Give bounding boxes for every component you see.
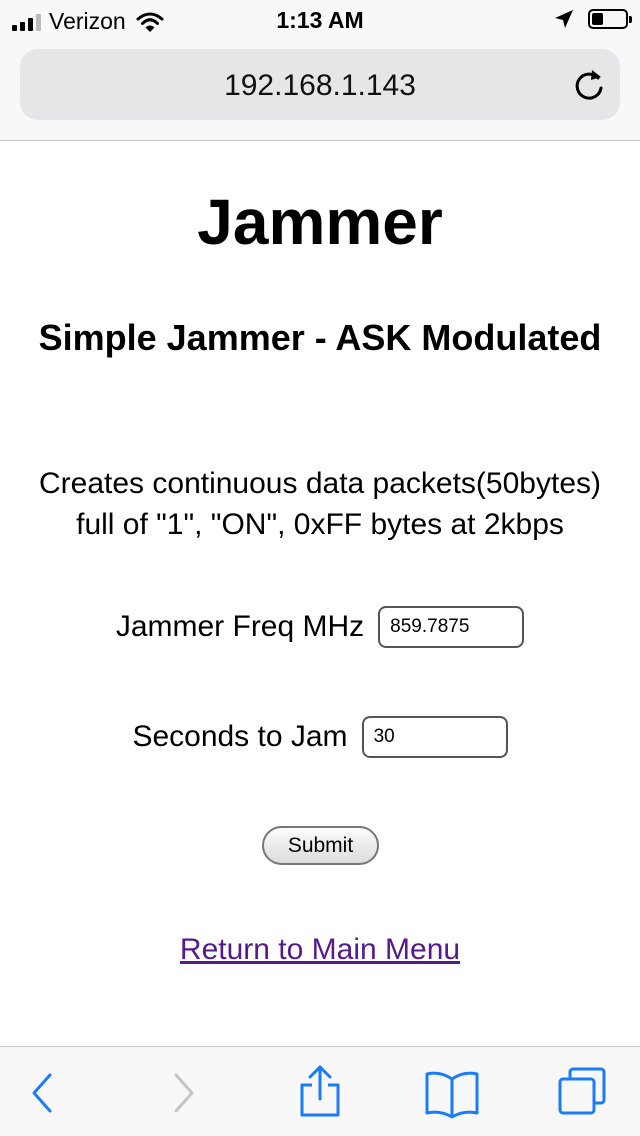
screen: Verizon 1:13 AM 192.168.1.143 Jammer Sim… (0, 0, 640, 1136)
page-title: Jammer (197, 186, 443, 258)
status-time: 1:13 AM (276, 7, 364, 33)
battery-icon (588, 9, 632, 29)
reload-icon[interactable] (572, 66, 606, 104)
page-subtitle: Simple Jammer - ASK Modulated (38, 317, 602, 358)
seconds-row: Seconds to Jam (0, 716, 640, 758)
address-bar[interactable]: 192.168.1.143 (20, 49, 620, 120)
back-icon[interactable] (28, 1071, 58, 1115)
browser-top-bar: 192.168.1.143 (0, 40, 640, 141)
description: Creates continuous data packets(50bytes)… (10, 463, 630, 545)
status-bar: Verizon 1:13 AM (0, 0, 640, 40)
description-line: full of "1", "ON", 0xFF bytes at 2kbps (76, 508, 564, 541)
bookmarks-icon[interactable] (424, 1069, 480, 1119)
freq-row: Jammer Freq MHz (0, 606, 640, 648)
forward-icon[interactable] (168, 1071, 198, 1115)
url-text[interactable]: 192.168.1.143 (20, 69, 620, 103)
status-right (554, 9, 632, 29)
freq-label: Jammer Freq MHz (115, 610, 365, 643)
share-icon[interactable] (298, 1063, 342, 1119)
page-content: Jammer Simple Jammer - ASK Modulated Cre… (0, 141, 640, 1046)
freq-input[interactable] (378, 606, 525, 648)
browser-toolbar (0, 1046, 640, 1136)
description-line: Creates continuous data packets(50bytes) (39, 467, 601, 500)
return-to-main-menu-link[interactable]: Return to Main Menu (0, 933, 640, 967)
seconds-label: Seconds to Jam (132, 720, 348, 753)
submit-button[interactable]: Submit (262, 826, 379, 865)
location-arrow-icon (555, 10, 573, 28)
seconds-input[interactable] (361, 716, 508, 758)
tabs-icon[interactable] (556, 1065, 610, 1119)
